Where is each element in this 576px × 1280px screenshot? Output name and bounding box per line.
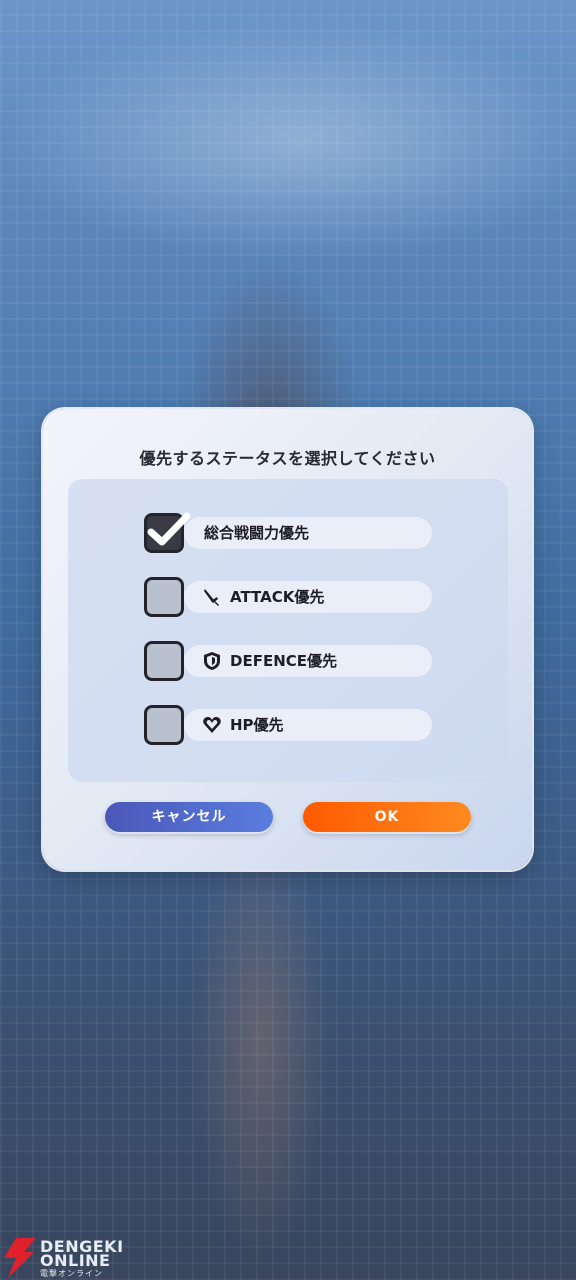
option-label-defence: DEFENCE優先 — [230, 652, 337, 670]
status-priority-dialog: 優先するステータスを選択してください 総合戦闘力優先 ATTACK優先 DEFE… — [43, 409, 532, 870]
heart-icon — [203, 717, 221, 733]
option-label-total-power: 総合戦闘力優先 — [204, 524, 310, 542]
option-pill-total-power[interactable]: 総合戦闘力優先 — [184, 517, 432, 549]
watermark-line2: ONLINE — [40, 1251, 111, 1270]
dengeki-online-watermark: DENGEKI ONLINE 電撃オンライン — [2, 1236, 127, 1280]
options-panel: 総合戦闘力優先 ATTACK優先 DEFENCE優先 HP優先 — [68, 479, 508, 782]
option-label-hp: HP優先 — [230, 716, 284, 734]
checkbox-defence[interactable] — [144, 641, 184, 681]
option-total-power[interactable]: 総合戦闘力優先 — [144, 511, 432, 555]
option-label-attack: ATTACK優先 — [230, 588, 325, 606]
option-pill-hp[interactable]: HP優先 — [184, 709, 432, 741]
checkbox-total-power[interactable] — [144, 512, 191, 553]
lightning-bolt-logo-icon — [4, 1238, 36, 1278]
option-pill-attack[interactable]: ATTACK優先 — [184, 581, 432, 613]
dialog-title: 優先するステータスを選択してください — [139, 449, 436, 468]
option-attack[interactable]: ATTACK優先 — [144, 575, 432, 619]
sword-icon — [204, 589, 219, 606]
shield-icon — [204, 652, 220, 670]
option-defence[interactable]: DEFENCE優先 — [144, 639, 432, 683]
cancel-button[interactable]: キャンセル — [105, 802, 273, 832]
watermark-line3: 電撃オンライン — [40, 1269, 103, 1278]
checkbox-attack[interactable] — [144, 577, 184, 617]
option-hp[interactable]: HP優先 — [144, 703, 432, 747]
ok-button[interactable]: OK — [303, 802, 471, 832]
option-pill-defence[interactable]: DEFENCE優先 — [184, 645, 432, 677]
checkbox-hp[interactable] — [144, 705, 184, 745]
